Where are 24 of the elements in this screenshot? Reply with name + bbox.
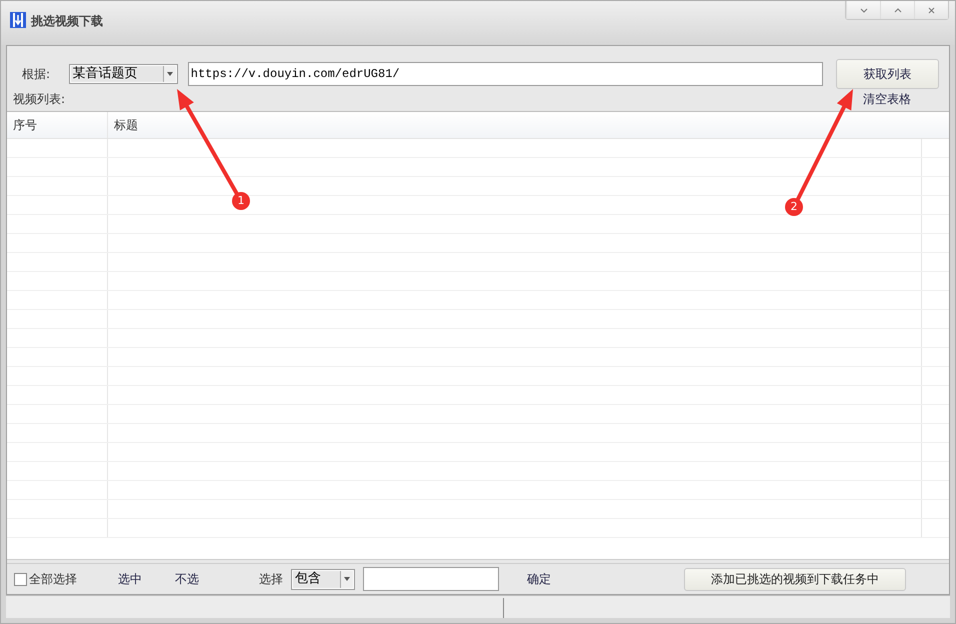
select-all-checkbox[interactable]: 全部选择 — [14, 570, 114, 588]
column-header[interactable]: 标题 — [108, 112, 949, 138]
column-header[interactable]: 序号 — [7, 112, 108, 138]
keyword-field[interactable] — [363, 567, 499, 591]
source-label: 根据: — [22, 66, 52, 82]
close-icon — [928, 6, 935, 14]
add-to-download-button[interactable]: 添加已挑选的视频到下载任务中 — [684, 568, 906, 590]
window-title: 挑选视频下载 — [31, 13, 103, 30]
select-link[interactable]: 选中 — [118, 570, 175, 588]
close-button[interactable] — [914, 1, 948, 19]
url-field[interactable]: https://v.douyin.com/edrUG81/ — [188, 62, 823, 86]
list-label: 视频列表: — [13, 90, 66, 108]
deselect-link[interactable]: 不选 — [175, 570, 259, 588]
chevron-up-icon — [894, 8, 902, 12]
dropdown-arrow-icon — [344, 577, 350, 581]
app-icon — [9, 11, 27, 29]
dropdown-arrow-icon — [166, 72, 173, 76]
fetch-list-button[interactable]: 获取列表 — [836, 59, 939, 89]
source-dropdown[interactable]: 某音话题页 — [68, 64, 178, 84]
chevron-down-icon — [860, 8, 868, 12]
filter-label: 选择 — [259, 570, 284, 588]
confirm-link[interactable]: 确定 — [527, 570, 684, 588]
clear-table-link[interactable]: 清空表格 — [863, 90, 911, 108]
filter-dropdown[interactable]: 包含 — [291, 568, 355, 590]
